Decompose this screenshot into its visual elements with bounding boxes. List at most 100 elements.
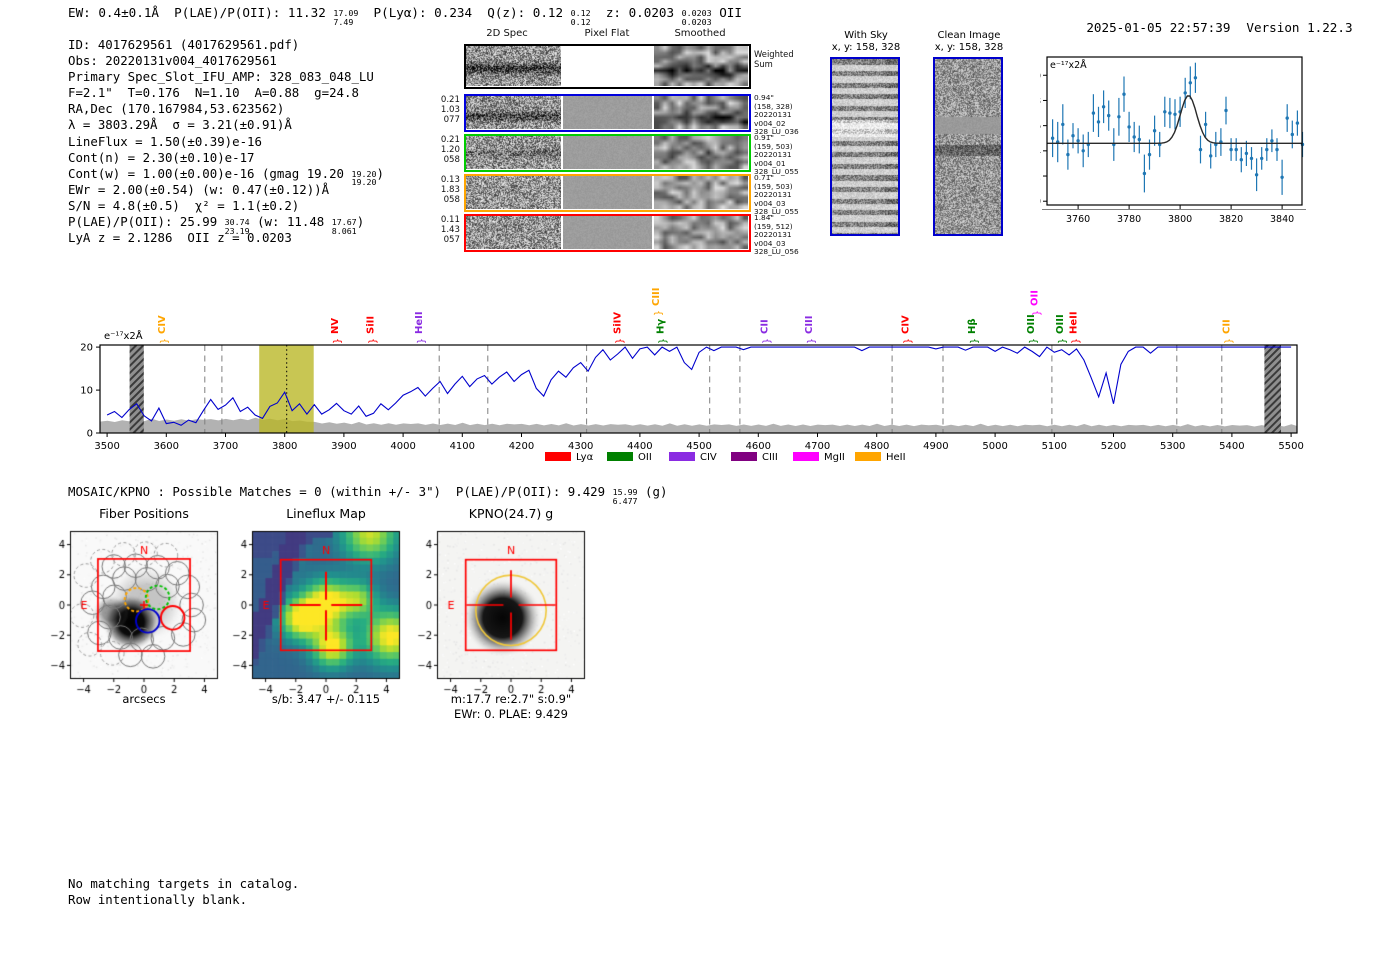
svg-text:{: { [1070,338,1081,344]
svg-text:{: { [416,338,427,344]
withsky-subtitle: x, y: 158, 328 [831,42,901,53]
info-line-3: Primary Spec_Slot_IFU_AMP: 328_083_048_L… [68,69,374,85]
svg-text:Lyα: Lyα [576,452,594,463]
svg-text:4700: 4700 [805,441,830,452]
kpno-xlabel-2: EWr: 0. PLAE: 9.429 [454,707,568,721]
svg-text:0: 0 [87,429,93,440]
svg-text:HeII: HeII [414,311,425,334]
fiber-positions-xlabel: arcsecs [122,692,166,706]
svg-text:3500: 3500 [94,441,119,452]
footer-notes: No matching targets in catalog. Row inte… [68,876,299,907]
info-line-1: ID: 4017629561 (4017629561.pdf) [68,37,300,52]
svg-text:{: { [1028,338,1039,344]
spec2d-row-4-right-labels: 1.84" (159, 512) 20220131 v004_03 328_LU_056 [754,213,799,256]
full-spectrum-plot: 3500 3600 3700 3800 3900 4000 4100 4200 4300 4400… [0,268,1400,483]
info-line-9: Cont(w) = 1.00(±0.00)e-16 (gmag 19.20 19… [68,165,384,188]
spec2d-row-2 [464,134,751,172]
lineflux-map-title: Lineflux Map [286,506,366,521]
spec2d-cell-4-2 [654,216,748,249]
spec2d-cell-4-1 [563,216,652,249]
svg-text:{: { [367,338,378,344]
svg-text:4300: 4300 [568,441,593,452]
svg-text:3700: 3700 [213,441,238,452]
spec2d-row-1-right-labels: 0.94" (158, 328) 20220131 v004_02 328_LU_036 [754,93,799,136]
svg-text:CII: CII [760,319,771,334]
svg-text:20: 20 [80,343,93,354]
svg-text:0: 0 [1040,197,1041,208]
withsky-header: With Sky x, y: 158, 328 [814,30,918,54]
spec2d-row-2-right-labels: 0.91" (159, 503) 20220131 v004_01 328_LU_055 [754,133,799,176]
mosaic-kpno-line: MOSAIC/KPNO : Possible Matches = 0 (with… [68,484,668,506]
svg-text:{: { [902,338,913,344]
info-line-10: EWr = 2.00(±0.54) (w: 0.47(±0.12))Å [68,181,330,197]
svg-text:8: 8 [1040,96,1041,107]
kpno-title: KPNO(24.7) g [468,506,554,521]
info-line-12: P(LAE)/P(OII): 25.99 30.74 23.19 (w: 11.4… [68,214,365,236]
svg-text:5500: 5500 [1278,441,1303,452]
svg-text:e⁻¹⁷x2Å: e⁻¹⁷x2Å [104,329,143,342]
clean-image [935,59,1001,234]
kpno-xlabel-1: m:17.7 re:2.7" s:0.9" [450,692,572,706]
svg-text:OII: OII [638,452,652,463]
fiber-positions-plot [44,528,244,700]
svg-text:6: 6 [1040,121,1041,132]
svg-text:2: 2 [1040,172,1041,183]
svg-text:4: 4 [1040,146,1041,157]
spec2d-row-3-left-labels: 0.13 1.83 058 [440,175,460,205]
info-line-2: Obs: 20220131v004_4017629561 [68,53,277,69]
svg-text:4600: 4600 [746,441,771,452]
svg-text:{: { [968,338,979,344]
svg-text:{: { [806,338,817,344]
svg-text:3820: 3820 [1219,214,1243,225]
info-line-8: Cont(n) = 2.30(±0.10)e-17 [68,149,255,165]
svg-text:CIV: CIV [901,315,912,334]
svg-text:NV: NV [330,318,341,334]
svg-text:OIII: OIII [1026,314,1037,334]
svg-text:{: { [761,338,772,344]
spec2d-cell-4-0 [466,216,561,249]
report-version: Version 1.22.3 [1246,20,1353,35]
kpno-plot [411,528,611,700]
spec2d-cell-0-2 [654,46,748,86]
spec2d-row-1-left-labels: 0.21 1.03 077 [440,95,460,125]
svg-text:{: { [652,310,663,316]
clean-title: Clean Image [937,30,1001,41]
spec2d-cell-1-1 [563,96,652,129]
info-line-7: LineFlux = 1.50(±0.39)e-16 [68,133,262,149]
clean-subtitle: x, y: 158, 328 [934,42,1004,53]
info-line-5: RA,Dec (170.167984,53.623562) [68,101,285,117]
info-line-11: S/N = 4.8(±0.5) χ² = 1.1(±0.2) [68,197,300,213]
report-timestamp: 2025-01-05 22:57:39 [1086,20,1231,35]
info-line-6: λ = 3803.29Å σ = 3.21(±0.91)Å [68,117,292,133]
spec2d-cell-2-1 [563,136,652,169]
svg-text:CIV: CIV [157,315,168,334]
footer-line-1: No matching targets in catalog. [68,876,300,891]
spec2d-cell-3-0 [466,176,561,209]
svg-text:3840: 3840 [1270,214,1294,225]
spec2d-cell-1-0 [466,96,561,129]
svg-text:5400: 5400 [1219,441,1244,452]
svg-text:{: { [331,338,342,344]
spec2d-cell-3-1 [563,176,652,209]
svg-text:4200: 4200 [509,441,534,452]
spec2d-row-4-left-labels: 0.11 1.43 057 [440,215,460,245]
svg-text:{: { [1057,338,1068,344]
col-header-pixelflat: Pixel Flat [584,28,630,39]
svg-text:3780: 3780 [1117,214,1141,225]
svg-text:4900: 4900 [923,441,948,452]
spec2d-row-3-right-labels: 0.71" (159, 503) 20220131 v004_03 328_LU_055 [754,173,799,216]
spec2d-cell-3-2 [654,176,748,209]
spec2d-row-3 [464,174,751,212]
withsky-cutout [830,57,900,236]
summary-stats-line: EW: 0.4±0.1Å P(LAE)/P(OII): 11.32 17.09 7… [68,5,742,27]
elixer-detection-report: EW: 0.4±0.1Å P(LAE)/P(OII): 11.32 17.09 7… [0,0,1400,953]
fiber-positions-title: Fiber Positions [99,506,189,521]
svg-text:5200: 5200 [1101,441,1126,452]
svg-text:CIV: CIV [700,452,717,463]
stacked-fraction: 19.20 19.20 [351,168,377,188]
svg-text:4100: 4100 [450,441,475,452]
svg-text:OIII: OIII [1055,314,1066,334]
spec2d-cell-0-1 [563,46,652,86]
info-line-4: F=2.1" T=0.176 N=1.10 A=0.88 g=24.8 [68,85,359,101]
svg-text:Hγ: Hγ [656,319,667,334]
